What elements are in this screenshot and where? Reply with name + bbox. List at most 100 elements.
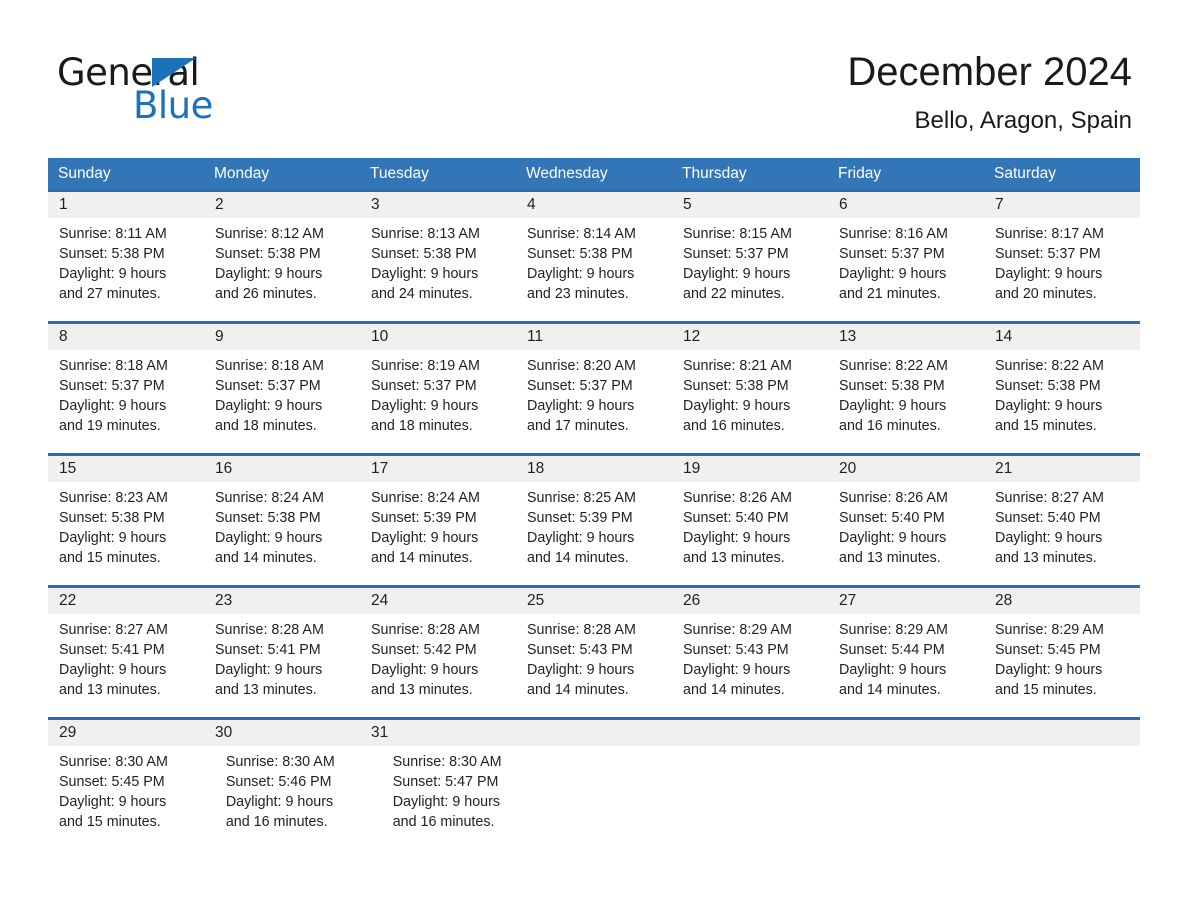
day-number[interactable]: 8	[48, 324, 204, 350]
sunset-text: Sunset: 5:37 PM	[215, 378, 321, 394]
day-cell[interactable]: Sunrise: 8:12 AM Sunset: 5:38 PM Dayligh…	[204, 218, 360, 321]
day-cell[interactable]: Sunrise: 8:28 AM Sunset: 5:42 PM Dayligh…	[360, 614, 516, 717]
day-cell[interactable]: Sunrise: 8:16 AM Sunset: 5:37 PM Dayligh…	[828, 218, 984, 321]
sunrise-text: Sunrise: 8:29 AM	[839, 622, 948, 638]
daylight-text-line2: and 13 minutes.	[683, 550, 785, 566]
week-row: 22 23 24 25 26 27 28 Sunrise: 8:27 AM Su…	[48, 585, 1140, 717]
daylight-text-line1: Daylight: 9 hours	[59, 530, 167, 546]
day-cell[interactable]: Sunrise: 8:14 AM Sunset: 5:38 PM Dayligh…	[516, 218, 672, 321]
day-cell[interactable]: Sunrise: 8:30 AM Sunset: 5:46 PM Dayligh…	[215, 746, 382, 849]
day-number[interactable]: 23	[204, 588, 360, 614]
daylight-text-line2: and 27 minutes.	[59, 286, 161, 302]
day-number[interactable]: 1	[48, 192, 204, 218]
day-cell[interactable]: Sunrise: 8:13 AM Sunset: 5:38 PM Dayligh…	[360, 218, 516, 321]
daylight-text-line1: Daylight: 9 hours	[371, 662, 479, 678]
day-number[interactable]: 31	[360, 720, 516, 746]
day-cell[interactable]: Sunrise: 8:29 AM Sunset: 5:44 PM Dayligh…	[828, 614, 984, 717]
sunrise-text: Sunrise: 8:28 AM	[371, 622, 480, 638]
daylight-text-line1: Daylight: 9 hours	[371, 266, 479, 282]
day-cell[interactable]: Sunrise: 8:18 AM Sunset: 5:37 PM Dayligh…	[204, 350, 360, 453]
weekday-header-friday: Friday	[838, 165, 882, 182]
day-cell[interactable]: Sunrise: 8:28 AM Sunset: 5:43 PM Dayligh…	[516, 614, 672, 717]
day-cell[interactable]: Sunrise: 8:30 AM Sunset: 5:45 PM Dayligh…	[48, 746, 215, 849]
day-cell[interactable]: Sunrise: 8:20 AM Sunset: 5:37 PM Dayligh…	[516, 350, 672, 453]
day-cell[interactable]: Sunrise: 8:30 AM Sunset: 5:47 PM Dayligh…	[382, 746, 549, 849]
day-number[interactable]: 26	[672, 588, 828, 614]
day-cell[interactable]: Sunrise: 8:29 AM Sunset: 5:45 PM Dayligh…	[984, 614, 1140, 717]
day-cell[interactable]: Sunrise: 8:27 AM Sunset: 5:40 PM Dayligh…	[984, 482, 1140, 585]
sunset-text: Sunset: 5:47 PM	[392, 774, 499, 790]
calendar-grid: Sunday Monday Tuesday Wednesday Thursday…	[48, 158, 1140, 849]
daylight-text-line2: and 15 minutes.	[59, 550, 161, 566]
week-row: 8 9 10 11 12 13 14 Sunrise: 8:18 AM Suns…	[48, 321, 1140, 453]
sunrise-text: Sunrise: 8:27 AM	[995, 490, 1104, 506]
weekday-header-monday: Monday	[214, 165, 270, 182]
daylight-text-line2: and 13 minutes.	[215, 682, 317, 698]
daylight-text-line1: Daylight: 9 hours	[59, 794, 167, 810]
day-number[interactable]: 12	[672, 324, 828, 350]
week-detail-band: Sunrise: 8:23 AM Sunset: 5:38 PM Dayligh…	[48, 482, 1140, 585]
day-number[interactable]: 21	[984, 456, 1140, 482]
day-number[interactable]: 7	[984, 192, 1140, 218]
day-number[interactable]: 13	[828, 324, 984, 350]
daylight-text-line2: and 14 minutes.	[527, 550, 629, 566]
sunset-text: Sunset: 5:45 PM	[59, 774, 165, 790]
daylight-text-line2: and 18 minutes.	[371, 418, 473, 434]
day-number[interactable]: 29	[48, 720, 204, 746]
daylight-text-line1: Daylight: 9 hours	[392, 794, 501, 810]
sunset-text: Sunset: 5:38 PM	[527, 246, 633, 262]
weekday-header-wednesday: Wednesday	[526, 165, 608, 182]
day-number[interactable]: 24	[360, 588, 516, 614]
sunset-text: Sunset: 5:40 PM	[683, 510, 789, 526]
day-number[interactable]: 18	[516, 456, 672, 482]
day-cell[interactable]: Sunrise: 8:15 AM Sunset: 5:37 PM Dayligh…	[672, 218, 828, 321]
day-number[interactable]: 9	[204, 324, 360, 350]
page-header: General Blue December 2024 Bello, Aragon…	[0, 0, 1188, 158]
day-number[interactable]: 19	[672, 456, 828, 482]
day-number[interactable]: 3	[360, 192, 516, 218]
day-number[interactable]: 17	[360, 456, 516, 482]
day-number[interactable]: 5	[672, 192, 828, 218]
day-cell[interactable]: Sunrise: 8:11 AM Sunset: 5:38 PM Dayligh…	[48, 218, 204, 321]
day-cell[interactable]: Sunrise: 8:29 AM Sunset: 5:43 PM Dayligh…	[672, 614, 828, 717]
day-number[interactable]: 15	[48, 456, 204, 482]
day-number[interactable]: 11	[516, 324, 672, 350]
day-number[interactable]: 10	[360, 324, 516, 350]
day-cell[interactable]: Sunrise: 8:17 AM Sunset: 5:37 PM Dayligh…	[984, 218, 1140, 321]
daylight-text-line2: and 14 minutes.	[683, 682, 785, 698]
sunset-text: Sunset: 5:38 PM	[683, 378, 789, 394]
sunset-text: Sunset: 5:37 PM	[371, 378, 477, 394]
day-number[interactable]: 28	[984, 588, 1140, 614]
day-cell[interactable]: Sunrise: 8:26 AM Sunset: 5:40 PM Dayligh…	[672, 482, 828, 585]
day-number[interactable]: 2	[204, 192, 360, 218]
daylight-text-line1: Daylight: 9 hours	[215, 530, 323, 546]
sunrise-text: Sunrise: 8:25 AM	[527, 490, 636, 506]
day-cell[interactable]: Sunrise: 8:27 AM Sunset: 5:41 PM Dayligh…	[48, 614, 204, 717]
day-cell[interactable]: Sunrise: 8:21 AM Sunset: 5:38 PM Dayligh…	[672, 350, 828, 453]
day-cell[interactable]: Sunrise: 8:22 AM Sunset: 5:38 PM Dayligh…	[984, 350, 1140, 453]
day-cell[interactable]: Sunrise: 8:28 AM Sunset: 5:41 PM Dayligh…	[204, 614, 360, 717]
day-cell[interactable]: Sunrise: 8:23 AM Sunset: 5:38 PM Dayligh…	[48, 482, 204, 585]
daylight-text-line2: and 21 minutes.	[839, 286, 941, 302]
day-number[interactable]: 6	[828, 192, 984, 218]
day-number[interactable]: 30	[204, 720, 360, 746]
day-number[interactable]: 16	[204, 456, 360, 482]
day-cell[interactable]: Sunrise: 8:24 AM Sunset: 5:38 PM Dayligh…	[204, 482, 360, 585]
day-cell[interactable]: Sunrise: 8:22 AM Sunset: 5:38 PM Dayligh…	[828, 350, 984, 453]
day-number[interactable]: 25	[516, 588, 672, 614]
week-row: 1 2 3 4 5 6 7 Sunrise: 8:11 AM Sunset: 5…	[48, 189, 1140, 321]
day-number-empty	[984, 720, 1140, 746]
day-number[interactable]: 20	[828, 456, 984, 482]
daylight-text-line2: and 14 minutes.	[527, 682, 629, 698]
day-number[interactable]: 22	[48, 588, 204, 614]
day-cell[interactable]: Sunrise: 8:25 AM Sunset: 5:39 PM Dayligh…	[516, 482, 672, 585]
daylight-text-line1: Daylight: 9 hours	[59, 398, 167, 414]
day-number[interactable]: 27	[828, 588, 984, 614]
day-cell[interactable]: Sunrise: 8:24 AM Sunset: 5:39 PM Dayligh…	[360, 482, 516, 585]
day-cell[interactable]: Sunrise: 8:26 AM Sunset: 5:40 PM Dayligh…	[828, 482, 984, 585]
week-detail-band: Sunrise: 8:18 AM Sunset: 5:37 PM Dayligh…	[48, 350, 1140, 453]
day-number[interactable]: 14	[984, 324, 1140, 350]
day-number[interactable]: 4	[516, 192, 672, 218]
day-cell[interactable]: Sunrise: 8:19 AM Sunset: 5:37 PM Dayligh…	[360, 350, 516, 453]
day-cell[interactable]: Sunrise: 8:18 AM Sunset: 5:37 PM Dayligh…	[48, 350, 204, 453]
